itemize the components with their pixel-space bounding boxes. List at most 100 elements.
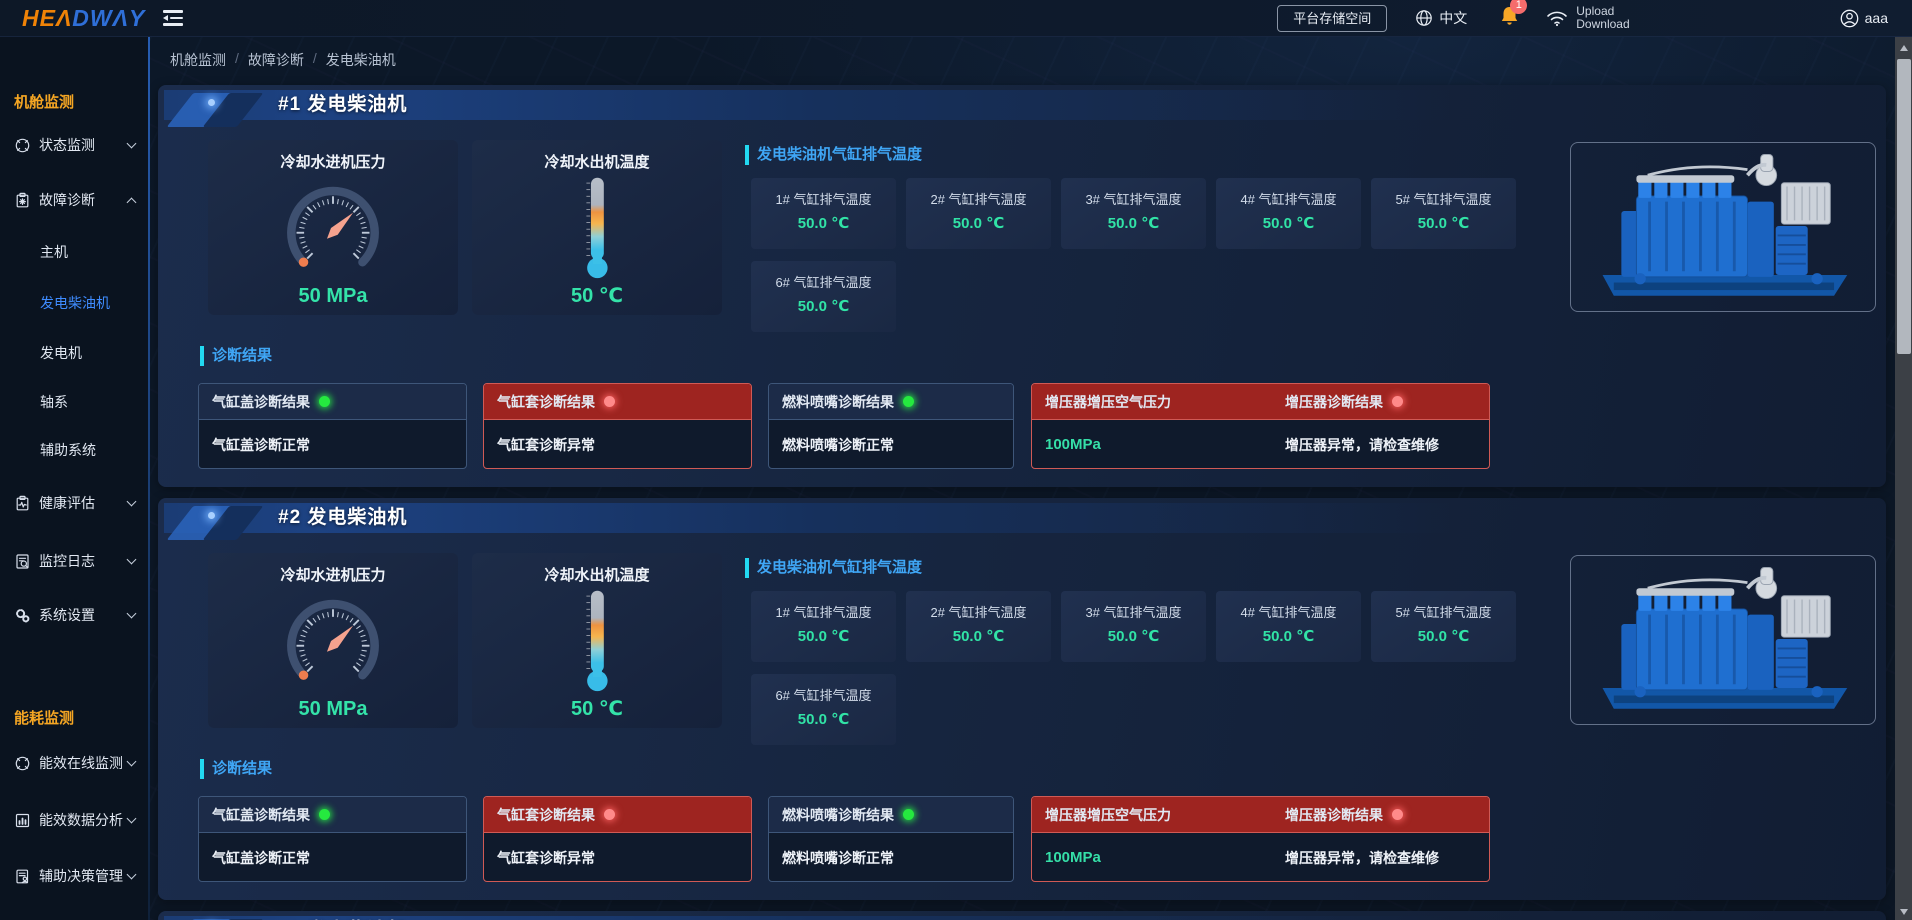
cylinder-section-title: 发电柴油机气缸排气温度 — [745, 145, 922, 165]
scrollbar-thumb[interactable] — [1897, 59, 1911, 354]
sidebar-item-system-settings[interactable]: 系统设置 — [0, 604, 148, 626]
cooling-water-inlet-pressure-card: 冷却水进机压力 50 MPa — [208, 140, 458, 315]
cooling-water-inlet-pressure-card: 冷却水进机压力 50 MPa — [208, 553, 458, 728]
chevron-down-icon — [127, 497, 137, 507]
vertical-scrollbar[interactable] — [1895, 37, 1912, 920]
sidebar-item-energy-online-monitor[interactable]: 能效在线监测 — [0, 752, 148, 774]
scroll-up-button[interactable] — [1895, 39, 1912, 56]
cylinder-label: 3# 气缸排气温度 — [1061, 602, 1206, 621]
cylinder-value: 50.0 ℃ — [1061, 627, 1206, 645]
diagnosis-label: 气缸套诊断结果 — [497, 392, 595, 412]
diagnosis-card-header: 气缸套诊断结果 — [484, 797, 751, 833]
panel-diesel-generator-2: #2 发电柴油机 冷却水进机压力 50 MPa 冷却水出机温度 50 ℃ 发电柴… — [158, 498, 1886, 900]
breadcrumb-item[interactable]: 机舱监测 — [170, 50, 226, 70]
sidebar-item-label: 辅助决策管理 — [39, 866, 123, 886]
sidebar-subitem-auxiliary[interactable]: 辅助系统 — [40, 440, 96, 460]
diagnosis-card-body: 100MPa 增压器异常，请检查维修 — [1032, 833, 1489, 882]
diagnosis-label: 增压器增压空气压力 — [1045, 805, 1285, 825]
diagnosis-message: 燃料喷嘴诊断正常 — [769, 833, 1013, 882]
diagnosis-card-header: 增压器增压空气压力 增压器诊断结果 — [1032, 797, 1489, 833]
sidebar: 机舱监测 状态监测 故障诊断 主机 发电柴油机 发电机 轴系 辅助系统 健康评估 — [0, 37, 148, 920]
sidebar-item-label: 故障诊断 — [39, 190, 95, 210]
cylinder-label: 2# 气缸排气温度 — [906, 189, 1051, 208]
cylinder-temp-card: 6# 气缸排气温度 50.0 ℃ — [751, 261, 896, 332]
breadcrumb-item[interactable]: 发电柴油机 — [326, 50, 396, 70]
diagnosis-card-turbocharger: 增压器增压空气压力 增压器诊断结果 100MPa 增压器异常，请检查维修 — [1031, 383, 1490, 469]
cylinder-value: 50.0 ℃ — [906, 627, 1051, 645]
diagnosis-message: 增压器异常，请检查维修 — [1285, 848, 1439, 868]
main-content: 机舱监测 / 故障诊断 / 发电柴油机 #1 发电柴油机 冷却水进机压力 50 … — [150, 37, 1895, 920]
engine-image-frame — [1570, 142, 1876, 312]
breadcrumb-item[interactable]: 故障诊断 — [248, 50, 304, 70]
health-assessment-icon — [14, 495, 31, 512]
scroll-down-icon — [1900, 909, 1908, 915]
sidebar-item-label: 健康评估 — [39, 493, 95, 513]
sidebar-item-fault-diagnosis[interactable]: 故障诊断 — [0, 189, 148, 211]
cylinder-temp-card: 3# 气缸排气温度 50.0 ℃ — [1061, 591, 1206, 662]
cylinder-value: 50.0 ℃ — [1371, 627, 1516, 645]
breadcrumb: 机舱监测 / 故障诊断 / 发电柴油机 — [170, 50, 396, 70]
sidebar-item-decision-management[interactable]: 辅助决策管理 — [0, 865, 148, 887]
cylinder-temp-card: 1# 气缸排气温度 50.0 ℃ — [751, 178, 896, 249]
sidebar-subitem-shafting[interactable]: 轴系 — [40, 392, 68, 412]
diagnosis-label: 燃料喷嘴诊断结果 — [782, 805, 894, 825]
cylinder-value: 50.0 ℃ — [751, 214, 896, 232]
sidebar-subitem-generator[interactable]: 发电机 — [40, 343, 82, 363]
chevron-down-icon — [127, 609, 137, 619]
chevron-down-icon — [127, 814, 137, 824]
diagnosis-card-header: 气缸盖诊断结果 — [199, 384, 466, 420]
status-dot-green — [319, 809, 330, 820]
cooling-water-outlet-temperature-card: 冷却水出机温度 50 ℃ — [472, 553, 722, 728]
gauge-value: 50 MPa — [208, 698, 458, 721]
thermometer-value: 50 ℃ — [472, 283, 722, 308]
sidebar-item-energy-data-analysis[interactable]: 能效数据分析 — [0, 809, 148, 831]
cylinder-label: 1# 气缸排气温度 — [751, 189, 896, 208]
platform-storage-button[interactable]: 平台存储空间 — [1277, 5, 1387, 32]
headway-logo: HEΛDWΛY — [22, 5, 145, 32]
status-dot-green — [903, 809, 914, 820]
sidebar-item-health-assessment[interactable]: 健康评估 — [0, 492, 148, 514]
diagnosis-card-header: 燃料喷嘴诊断结果 — [769, 797, 1013, 833]
sidebar-subitem-diesel-generator[interactable]: 发电柴油机 — [40, 293, 110, 313]
cylinder-value: 50.0 ℃ — [1216, 214, 1361, 232]
user-menu[interactable]: aaa — [1840, 9, 1888, 28]
cylinder-value: 50.0 ℃ — [906, 214, 1051, 232]
panel-diesel-generator-1: #1 发电柴油机 冷却水进机压力 50 MPa 冷却水出机温度 50 ℃ 发电柴… — [158, 85, 1886, 487]
panel-title: #2 发电柴油机 — [278, 503, 407, 533]
pressure-gauge — [273, 174, 393, 282]
cylinder-temp-card: 3# 气缸排气温度 50.0 ℃ — [1061, 178, 1206, 249]
gauge-title: 冷却水进机压力 — [208, 564, 458, 585]
sidebar-item-monitor-log[interactable]: 监控日志 — [0, 550, 148, 572]
diagnosis-card-cylinder-liner: 气缸套诊断结果 气缸套诊断异常 — [483, 383, 752, 469]
cylinder-label: 3# 气缸排气温度 — [1061, 189, 1206, 208]
thermometer — [562, 587, 632, 693]
wifi-icon — [1546, 9, 1568, 27]
language-switcher[interactable]: 中文 — [1415, 8, 1467, 28]
cylinder-temp-card: 6# 气缸排气温度 50.0 ℃ — [751, 674, 896, 745]
turbo-pressure-value: 100MPa — [1045, 849, 1285, 866]
diagnosis-message: 燃料喷嘴诊断正常 — [769, 420, 1013, 469]
sidebar-item-status-monitor[interactable]: 状态监测 — [0, 134, 148, 156]
sidebar-item-label: 能效在线监测 — [39, 753, 123, 773]
sidebar-subitem-main-engine[interactable]: 主机 — [40, 242, 68, 262]
cylinder-label: 4# 气缸排气温度 — [1216, 189, 1361, 208]
sidebar-item-label: 状态监测 — [39, 135, 95, 155]
fault-diagnosis-icon — [14, 192, 31, 209]
notification-bell[interactable]: 1 — [1499, 5, 1520, 32]
panel-diesel-generator-3: #3 发电柴油机 — [158, 911, 1886, 920]
sidebar-collapse-icon[interactable] — [163, 10, 187, 26]
diagnosis-card-cylinder-head: 气缸盖诊断结果 气缸盖诊断正常 — [198, 796, 467, 882]
scroll-down-button[interactable] — [1895, 903, 1912, 920]
status-dot-red — [604, 396, 615, 407]
cylinder-value: 50.0 ℃ — [751, 627, 896, 645]
cylinder-label: 2# 气缸排气温度 — [906, 602, 1051, 621]
network-transfer-status[interactable]: Upload Download — [1546, 5, 1629, 31]
gauge-value: 50 MPa — [208, 285, 458, 308]
diagnosis-card-body: 100MPa 增压器异常，请检查维修 — [1032, 420, 1489, 469]
cylinder-value: 50.0 ℃ — [1371, 214, 1516, 232]
engine-room-monitoring-app: { "topbar": { "logo_part1": "HEΛ", "logo… — [0, 0, 1912, 920]
diagnosis-label: 气缸盖诊断结果 — [212, 805, 310, 825]
monitor-log-icon — [14, 553, 31, 570]
cylinder-temp-card: 4# 气缸排气温度 50.0 ℃ — [1216, 591, 1361, 662]
cylinder-label: 1# 气缸排气温度 — [751, 602, 896, 621]
